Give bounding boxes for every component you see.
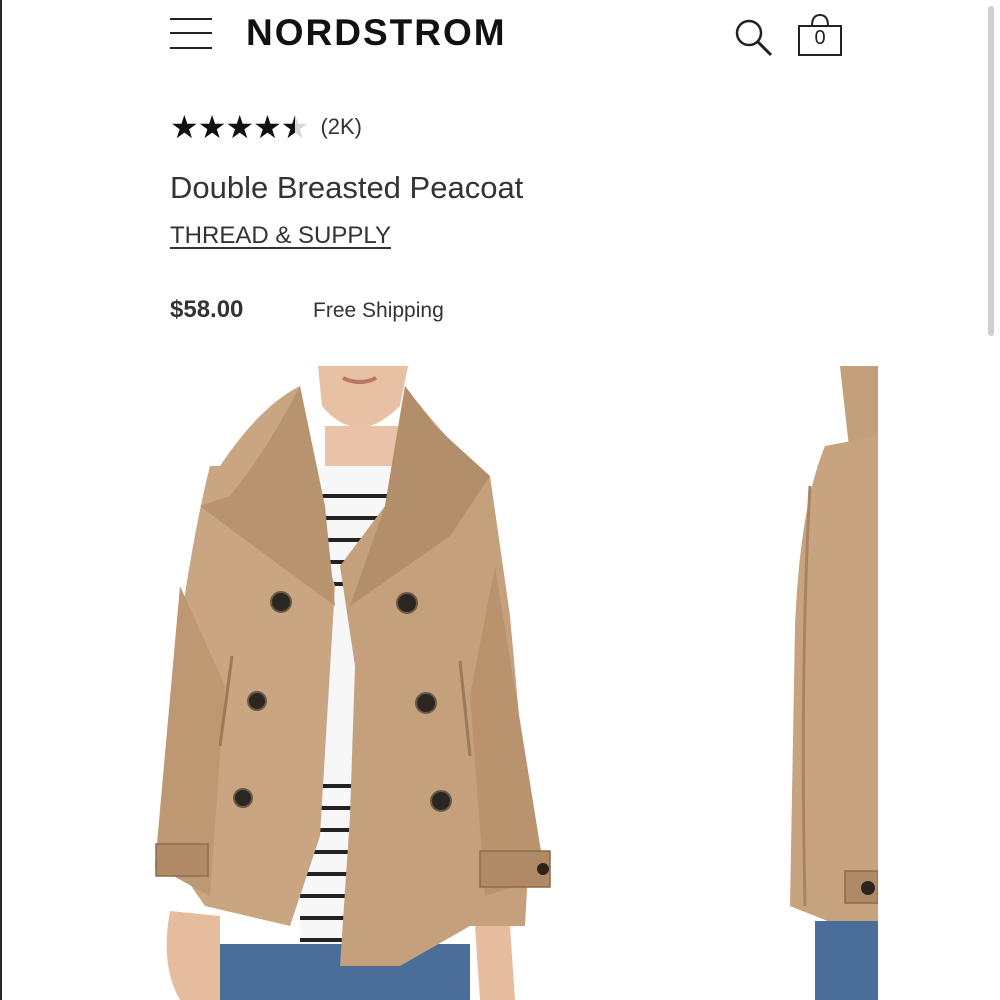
product-title: Double Breasted Peacoat [170, 170, 524, 205]
site-header: NORDSTROM 0 [0, 0, 1000, 72]
product-price: $58.00 [170, 296, 244, 323]
search-icon[interactable] [732, 16, 776, 60]
hamburger-menu-icon[interactable] [170, 17, 212, 51]
rating-stars: ★★★★★ ★★★★★ [170, 109, 309, 145]
brand-link[interactable]: THREAD & SUPPLY [170, 222, 391, 250]
bag-count: 0 [814, 27, 826, 49]
shopping-bag-button[interactable]: 0 [796, 12, 844, 58]
product-rating[interactable]: ★★★★★ ★★★★★ (2K) [170, 110, 362, 144]
product-image-gallery[interactable] [0, 366, 1000, 1000]
review-count[interactable]: (2K) [320, 114, 362, 140]
coat-side-photo[interactable] [770, 366, 878, 1000]
nordstrom-logo[interactable]: NORDSTROM [246, 12, 507, 54]
coat-front-photo[interactable] [150, 366, 570, 1000]
shipping-info: Free Shipping [313, 299, 444, 322]
